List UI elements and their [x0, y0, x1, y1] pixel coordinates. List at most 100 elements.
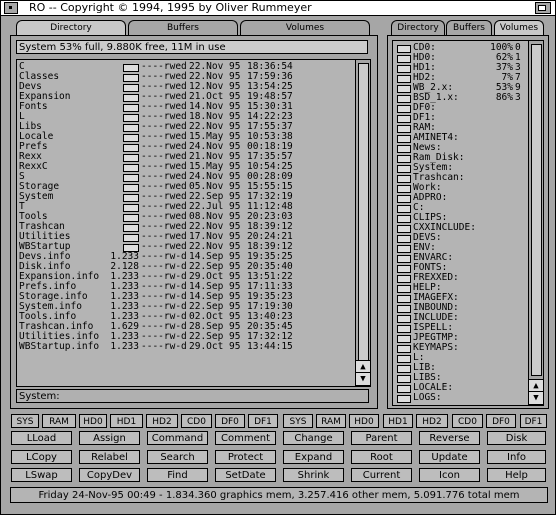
relabel-button[interactable]: Relabel [79, 450, 140, 464]
disk-icon [397, 235, 411, 243]
disk-icon [397, 185, 411, 193]
file-date: 29.Oct 95 [189, 341, 241, 352]
drawer-icon [123, 204, 139, 212]
drive-button-hd1[interactable]: HD1 [383, 414, 413, 428]
drawer-icon [123, 144, 139, 152]
lload-button[interactable]: LLoad [11, 431, 72, 445]
disk-icon [397, 395, 411, 403]
drawer-icon [123, 124, 139, 132]
scroll-down-button[interactable]: ▼ [355, 372, 371, 386]
zoom-gadget[interactable] [535, 2, 551, 14]
right-scroll-knob[interactable] [531, 44, 542, 376]
disk-icon [397, 55, 411, 63]
volume-count: 3 [515, 92, 521, 103]
disk-icon [397, 375, 411, 383]
expand-button[interactable]: Expand [283, 450, 344, 464]
disk-icon [397, 295, 411, 303]
drive-button-sys[interactable]: SYS [283, 414, 313, 428]
assign-button[interactable]: Assign [79, 431, 140, 445]
lcopy-button[interactable]: LCopy [11, 450, 72, 464]
volume-row[interactable]: LOGS: [397, 393, 525, 403]
file-name: WBStartup.info [19, 341, 100, 352]
root-button[interactable]: Root [351, 450, 412, 464]
update-button[interactable]: Update [419, 450, 480, 464]
left-scroll-knob[interactable] [358, 63, 369, 361]
disk-icon [397, 275, 411, 283]
disk-icon [397, 285, 411, 293]
drawer-icon [123, 194, 139, 202]
drawer-icon [123, 134, 139, 142]
volume-usage: 86% [495, 92, 513, 103]
drive-button-ram[interactable]: RAM [316, 414, 346, 428]
current-button[interactable]: Current [351, 468, 412, 482]
drawer-icon [123, 154, 139, 162]
help-button[interactable]: Help [487, 468, 546, 482]
drawer-icon [123, 74, 139, 82]
disk-icon [397, 355, 411, 363]
drive-button-cd0[interactable]: CD0 [452, 414, 483, 428]
tab-directory-right[interactable]: Directory [391, 20, 445, 35]
disk-icon [397, 385, 411, 393]
disk-icon [397, 265, 411, 273]
disk-button[interactable]: Disk [487, 431, 546, 445]
main-window: RO -- Copyright © 1994, 1995 by Oliver R… [0, 0, 556, 515]
drawer-icon [123, 224, 139, 232]
right-scroll-down-button[interactable]: ▼ [528, 391, 544, 405]
title-bar[interactable]: RO -- Copyright © 1994, 1995 by Oliver R… [1, 1, 555, 16]
drive-button-hd1[interactable]: HD1 [110, 414, 143, 428]
right-scrollbar[interactable]: ▲ ▼ [528, 40, 544, 406]
comment-button[interactable]: Comment [215, 431, 276, 445]
drawer-icon [123, 214, 139, 222]
file-list[interactable]: C ----rwed 22.Nov 95 18:36:54 Classes ----rwe… [16, 59, 356, 387]
change-button[interactable]: Change [283, 431, 344, 445]
shrink-button[interactable]: Shrink [283, 468, 344, 482]
file-protection: ----rw-d [141, 341, 187, 352]
info-button[interactable]: Info [487, 450, 546, 464]
command-button[interactable]: Command [147, 431, 208, 445]
drive-button-df1[interactable]: DF1 [520, 414, 547, 428]
disk-status: System 53% full, 9.880K free, 11M in use [16, 40, 368, 54]
disk-icon [397, 75, 411, 83]
disk-icon [397, 305, 411, 313]
setdate-button[interactable]: SetDate [215, 468, 276, 482]
tab-volumes-left[interactable]: Volumes [240, 20, 370, 35]
drive-button-hd0[interactable]: HD0 [349, 414, 379, 428]
disk-icon [397, 165, 411, 173]
copydev-button[interactable]: CopyDev [79, 468, 140, 482]
drawer-icon [123, 184, 139, 192]
icon-button[interactable]: Icon [419, 468, 480, 482]
disk-icon [397, 105, 411, 113]
drawer-icon [123, 64, 139, 72]
tab-directory-left[interactable]: Directory [16, 20, 126, 35]
left-scrollbar[interactable]: ▲ ▼ [355, 59, 371, 387]
disk-icon [397, 85, 411, 93]
reverse-button[interactable]: Reverse [419, 431, 480, 445]
drive-button-df0[interactable]: DF0 [486, 414, 516, 428]
path-field[interactable]: System: [16, 389, 369, 403]
lswap-button[interactable]: LSwap [11, 468, 72, 482]
close-gadget[interactable] [4, 2, 18, 14]
drive-button-ram[interactable]: RAM [42, 414, 76, 428]
disk-icon [397, 175, 411, 183]
drawer-icon [123, 104, 139, 112]
drive-button-sys[interactable]: SYS [11, 414, 39, 428]
disk-icon [397, 255, 411, 263]
disk-icon [397, 245, 411, 253]
disk-icon [397, 65, 411, 73]
tab-volumes-right[interactable]: Volumes [494, 20, 544, 35]
volume-list[interactable]: CD0: 100% 0 HD0: 62% 1 HD1: 37% 3 HD2: 7% 7 WB_2.x: 5… [392, 40, 529, 406]
drive-button-cd0[interactable]: CD0 [181, 414, 212, 428]
drive-button-df0[interactable]: DF0 [215, 414, 245, 428]
drive-button-hd2[interactable]: HD2 [146, 414, 178, 428]
protect-button[interactable]: Protect [215, 450, 276, 464]
find-button[interactable]: Find [147, 468, 208, 482]
drive-button-df1[interactable]: DF1 [248, 414, 278, 428]
drive-button-hd0[interactable]: HD0 [79, 414, 107, 428]
drive-button-hd2[interactable]: HD2 [416, 414, 448, 428]
tab-buffers-left[interactable]: Buffers [128, 20, 238, 35]
tab-buffers-right[interactable]: Buffers [446, 20, 492, 35]
search-button[interactable]: Search [147, 450, 208, 464]
file-size: 1.233 [110, 341, 139, 352]
drawer-icon [123, 114, 139, 122]
parent-button[interactable]: Parent [351, 431, 412, 445]
